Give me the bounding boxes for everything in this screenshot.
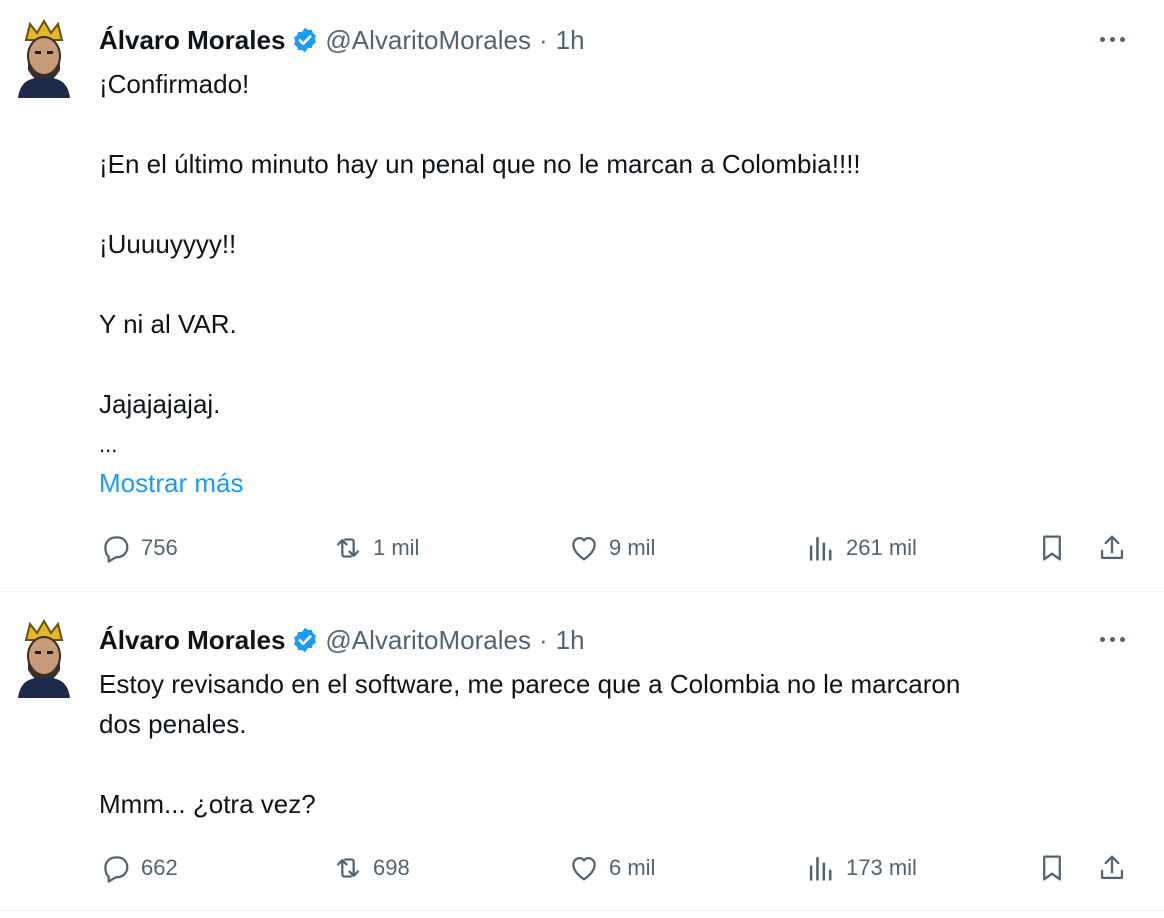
author-avatar[interactable] [14,18,74,98]
heart-icon [572,536,596,561]
tweet-text: Estoy revisando en el software, me parec… [99,664,1129,824]
reply-icon [104,536,129,563]
reply-icon [104,856,129,883]
tweet-card[interactable]: Álvaro Morales @AlvaritoMorales · 1h ¡Co… [0,0,1164,590]
tweet-card[interactable]: Álvaro Morales @AlvaritoMorales · 1h Est… [0,600,1164,910]
bookmark-button[interactable] [1035,848,1069,888]
tweet-text-line: ¡En el último minuto hay un penal que no… [99,149,861,179]
tweet-text-line [99,104,1129,144]
views-button[interactable]: 261 mil [804,528,917,568]
tweet-text-line [99,344,1129,384]
like-button[interactable]: 9 mil [567,528,655,568]
tweet-text-line [99,744,1129,784]
show-more-link[interactable]: Mostrar más [99,468,243,499]
share-button[interactable] [1095,848,1129,888]
verified-badge-icon [291,626,319,654]
like-count: 9 mil [609,535,656,560]
author-handle[interactable]: @AlvaritoMorales [325,25,531,56]
tweet-divider [0,910,1164,911]
separator-dot: · [538,624,548,655]
views-count: 261 mil [846,535,917,560]
views-chart-icon [809,856,832,881]
tweet-actions: 756 1 mil 9 mil 261 mil [99,528,1139,568]
tweet-text-line [99,184,1129,224]
bookmark-icon [1043,535,1061,561]
author-avatar[interactable] [14,618,74,698]
verified-badge-icon [291,26,319,54]
repost-icon [336,538,360,558]
tweet-actions: 662 698 6 mil 173 mil [99,848,1139,888]
reply-count: 662 [141,855,178,880]
reply-count: 756 [141,535,178,560]
tweet-text-line: ¡Uuuuyyyy!! [99,229,237,259]
tweet-timestamp[interactable]: 1h [556,625,585,656]
more-options-icon[interactable] [1094,24,1130,54]
tweet-text-line: Jajajajajaj. [99,389,221,419]
like-count: 6 mil [609,855,656,880]
share-button[interactable] [1095,528,1129,568]
tweet-text-line: Estoy revisando en el software, me parec… [99,669,961,699]
separator-dot: · [538,24,548,55]
more-options-icon[interactable] [1094,624,1130,654]
reply-button[interactable]: 662 [99,848,178,888]
views-chart-icon [809,536,832,561]
like-button[interactable]: 6 mil [567,848,655,888]
repost-icon [336,858,360,878]
views-button[interactable]: 173 mil [804,848,917,888]
tweet-divider [0,591,1164,592]
repost-button[interactable]: 698 [331,848,410,888]
share-icon [1100,855,1124,880]
truncation-ellipsis: ... [99,432,118,457]
tweet-timestamp[interactable]: 1h [556,25,585,56]
tweet-text-line [99,264,1129,304]
author-name[interactable]: Álvaro Morales [99,625,285,656]
tweet-header: Álvaro Morales @AlvaritoMorales · 1h [99,622,585,658]
tweet-header: Álvaro Morales @AlvaritoMorales · 1h [99,22,585,58]
repost-count: 1 mil [373,535,420,560]
tweet-text-line: Y ni al VAR. [99,309,237,339]
author-name[interactable]: Álvaro Morales [99,25,285,56]
views-count: 173 mil [846,855,917,880]
heart-icon [572,856,596,881]
tweet-text-line: ¡Confirmado! [99,69,250,99]
share-icon [1100,535,1124,560]
tweet-text: ¡Confirmado! ¡En el último minuto hay un… [99,64,1129,424]
reply-button[interactable]: 756 [99,528,178,568]
repost-count: 698 [373,855,410,880]
tweet-text-line: Mmm... ¿otra vez? [99,789,316,819]
bookmark-button[interactable] [1035,528,1069,568]
repost-button[interactable]: 1 mil [331,528,419,568]
author-handle[interactable]: @AlvaritoMorales [325,625,531,656]
tweet-text-line: dos penales. [99,709,247,739]
bookmark-icon [1043,855,1061,881]
